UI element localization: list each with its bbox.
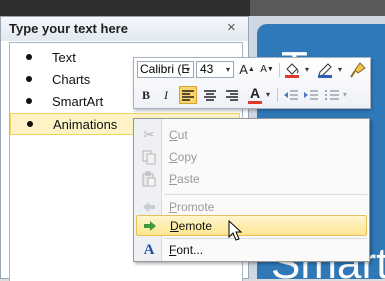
font-icon: A [143, 242, 155, 258]
chevron-down-icon[interactable]: ▾ [266, 90, 270, 99]
align-right-icon [226, 90, 238, 101]
chevron-down-icon[interactable]: ▾ [338, 65, 342, 74]
cut-icon: ✂ [143, 127, 155, 142]
italic-button[interactable]: I [157, 86, 175, 104]
menu-item-demote[interactable]: Demote [136, 215, 367, 236]
font-color-button[interactable]: A [246, 84, 264, 104]
menu-item-label: Font... [169, 243, 204, 257]
paste-icon [140, 171, 158, 187]
chevron-down-icon[interactable]: ▾ [343, 90, 347, 99]
menu-item-cut[interactable]: ✂ Cut [136, 125, 367, 146]
window-titlebar [0, 0, 250, 16]
fill-color-button[interactable] [283, 61, 303, 79]
demote-icon [141, 218, 159, 234]
chevron-down-icon[interactable]: ▾ [305, 65, 309, 74]
menu-separator [164, 194, 367, 195]
bullets-icon [325, 90, 339, 100]
bullets-button[interactable] [323, 86, 341, 104]
line-color-button[interactable] [316, 61, 336, 79]
font-color-swatch [248, 101, 262, 104]
pane-header: Type your text here × [1, 17, 248, 41]
bullet-dot-icon [26, 98, 32, 104]
bullet-dot-icon [27, 121, 33, 127]
promote-icon [140, 199, 158, 215]
bullet-label: Animations [53, 117, 118, 132]
window-titlebar-right [250, 0, 385, 16]
shrink-font-icon: A [260, 64, 267, 75]
format-painter-button[interactable] [348, 61, 368, 79]
chevron-down-icon[interactable]: ▾ [226, 65, 230, 74]
line-color-icon [318, 63, 332, 78]
pane-title: Type your text here [9, 21, 128, 36]
toolbar-divider [279, 63, 280, 77]
grow-font-button[interactable]: A▲ [238, 61, 256, 79]
menu-item-paste[interactable]: Paste [136, 169, 367, 190]
menu-item-label: Promote [169, 200, 215, 214]
mouse-cursor-icon [228, 219, 244, 242]
menu-item-label: Cut [169, 128, 188, 142]
align-center-icon [204, 90, 216, 101]
decrease-indent-icon [284, 90, 298, 100]
font-name-value: Calibri (E [140, 62, 190, 76]
bullet-label: Charts [52, 72, 91, 87]
bold-button[interactable]: B [137, 86, 155, 104]
toolbar-divider [277, 88, 278, 102]
bullet-dot-icon [26, 54, 32, 60]
menu-item-label: Demote [170, 219, 213, 233]
shrink-font-button[interactable]: A▼ [258, 61, 276, 79]
close-icon[interactable]: × [227, 19, 236, 36]
grow-font-icon: A [239, 62, 248, 77]
menu-item-label: Paste [169, 172, 200, 186]
decrease-indent-button[interactable] [282, 86, 300, 104]
copy-icon [140, 149, 158, 165]
menu-separator [164, 238, 367, 239]
chevron-down-icon[interactable]: ▾ [186, 65, 190, 74]
mini-toolbar: Calibri (E ▾ 43 ▾ A▲ A▼ ▾ ▾ B I A ▾ ▾ [133, 57, 371, 109]
bullet-label: SmartArt [52, 94, 104, 109]
font-size-value: 43 [200, 62, 214, 76]
context-menu: ✂ Cut Copy Paste Promote Demote A Font..… [133, 118, 370, 262]
menu-item-copy[interactable]: Copy [136, 147, 367, 168]
align-left-button[interactable] [179, 86, 197, 104]
bullet-label: Text [52, 50, 76, 65]
align-center-button[interactable] [201, 86, 219, 104]
font-color-icon: A [249, 85, 261, 101]
increase-indent-button[interactable] [302, 86, 320, 104]
menu-item-font[interactable]: A Font... [136, 240, 367, 261]
align-right-button[interactable] [223, 86, 241, 104]
menu-item-label: Copy [169, 150, 198, 164]
bullet-dot-icon [26, 76, 32, 82]
format-painter-icon [350, 62, 366, 78]
increase-indent-icon [304, 90, 318, 100]
fill-color-icon [285, 63, 299, 78]
italic-icon: I [164, 88, 168, 102]
bold-icon: B [141, 88, 150, 102]
align-left-icon [182, 90, 194, 101]
